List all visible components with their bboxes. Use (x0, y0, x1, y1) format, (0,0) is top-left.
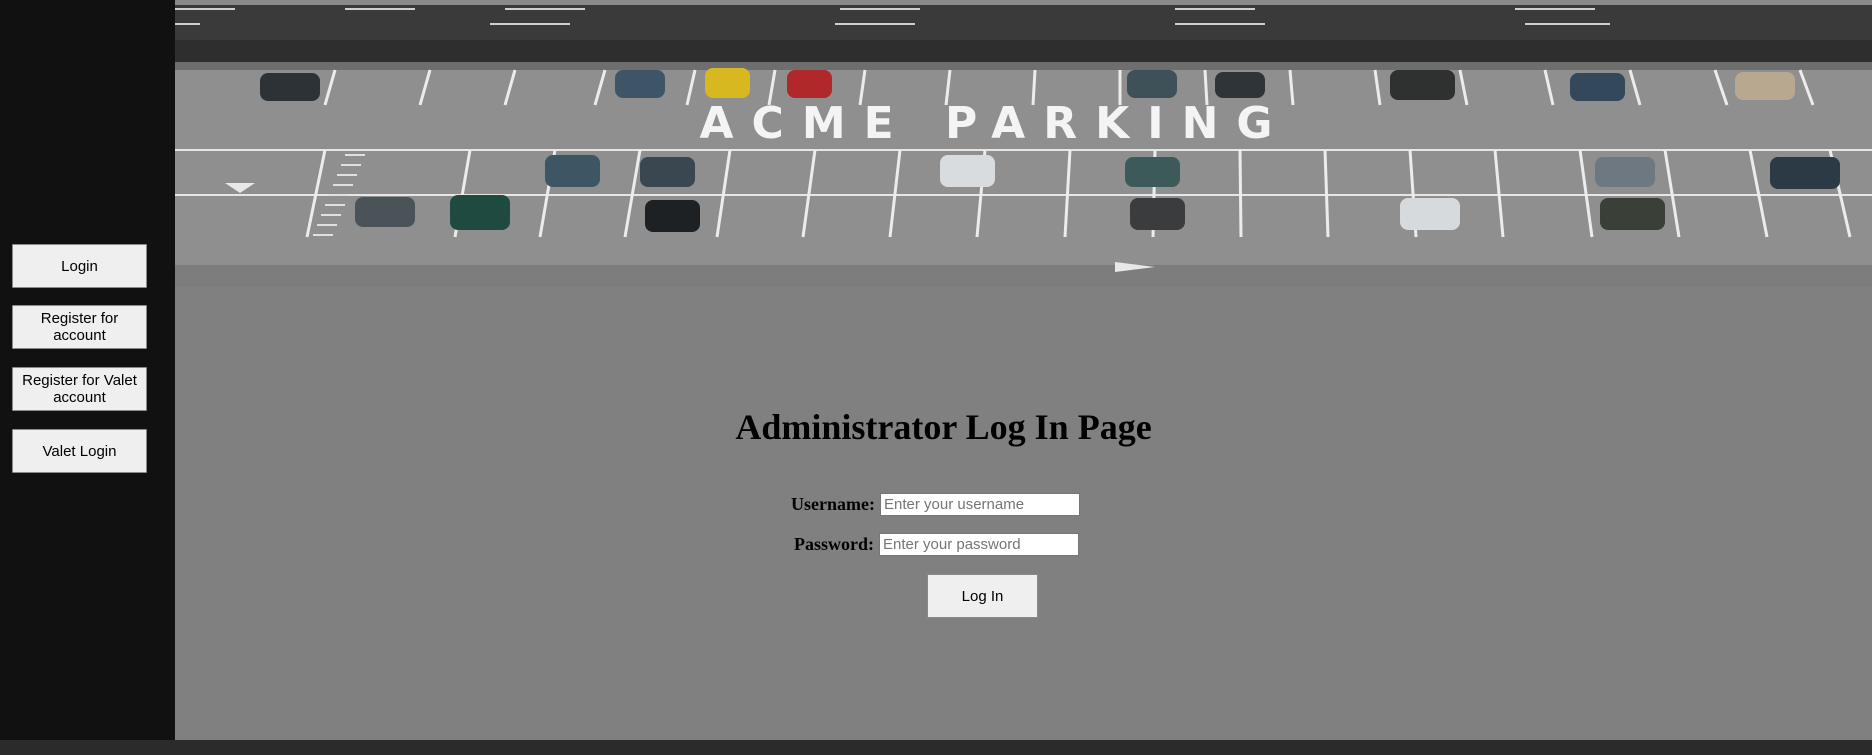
parking-lot-banner-image: ACME PARKING (175, 0, 1872, 287)
password-input[interactable] (879, 533, 1079, 556)
login-button[interactable]: Login (12, 244, 147, 288)
main-content: ACME PARKING Administrator Log In Page U… (175, 0, 1872, 740)
password-label: Password: (794, 534, 874, 554)
username-input[interactable] (880, 493, 1080, 516)
page-title: Administrator Log In Page (735, 407, 1152, 447)
username-label: Username: (791, 494, 875, 514)
taskbar (0, 740, 1872, 755)
register-valet-account-button[interactable]: Register for Valet account (12, 367, 147, 411)
acme-parking-painted-text: ACME PARKING (699, 98, 1290, 149)
sidebar-nav: Login Register for account Register for … (0, 0, 175, 740)
register-account-button[interactable]: Register for account (12, 305, 147, 349)
valet-login-button[interactable]: Valet Login (12, 429, 147, 473)
log-in-button[interactable]: Log In (927, 574, 1038, 618)
